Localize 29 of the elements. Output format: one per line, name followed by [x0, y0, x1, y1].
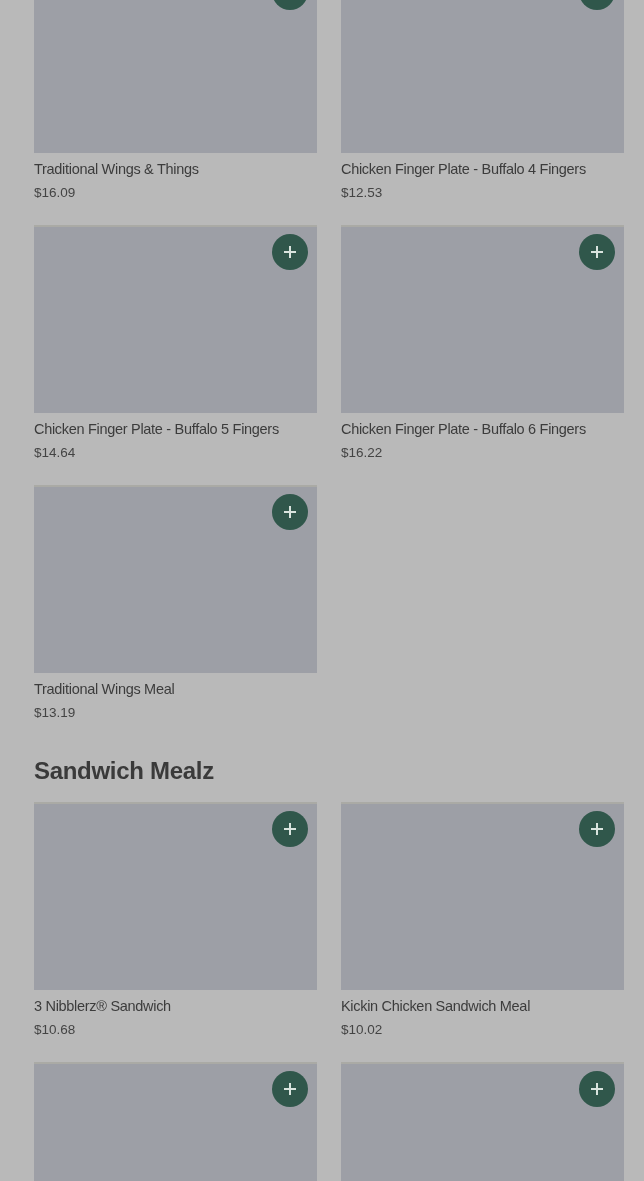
plus-icon	[591, 1083, 603, 1095]
item-name[interactable]: Chicken Finger Plate - Buffalo 4 Fingers	[341, 160, 624, 178]
item-price: $14.64	[34, 444, 77, 462]
item-name[interactable]: Kickin Chicken Sandwich Meal	[341, 997, 624, 1015]
item-price: $16.09	[34, 184, 77, 202]
plus-icon	[284, 246, 296, 258]
add-button[interactable]	[272, 494, 308, 530]
item-name[interactable]: 3 Nibblerz® Sandwich	[34, 997, 317, 1015]
item-price: $16.22	[341, 444, 384, 462]
add-button[interactable]	[272, 811, 308, 847]
item-price: $12.53	[341, 184, 384, 202]
add-button[interactable]	[579, 1071, 615, 1107]
item-price: $10.68	[34, 1021, 77, 1039]
plus-icon	[284, 506, 296, 518]
item-name[interactable]: Traditional Wings & Things	[34, 160, 317, 178]
item-name[interactable]: Traditional Wings Meal	[34, 680, 317, 698]
add-button[interactable]	[272, 234, 308, 270]
add-button[interactable]	[579, 234, 615, 270]
add-button[interactable]	[272, 1071, 308, 1107]
plus-icon	[284, 1083, 296, 1095]
plus-icon	[284, 823, 296, 835]
item-name[interactable]: Chicken Finger Plate - Buffalo 6 Fingers	[341, 420, 624, 438]
item-price: $13.19	[34, 704, 77, 722]
plus-icon	[591, 246, 603, 258]
plus-icon	[591, 823, 603, 835]
section-heading: Sandwich Mealz	[34, 756, 215, 786]
item-price: $10.02	[341, 1021, 384, 1039]
item-name[interactable]: Chicken Finger Plate - Buffalo 5 Fingers	[34, 420, 317, 438]
add-button[interactable]	[579, 811, 615, 847]
